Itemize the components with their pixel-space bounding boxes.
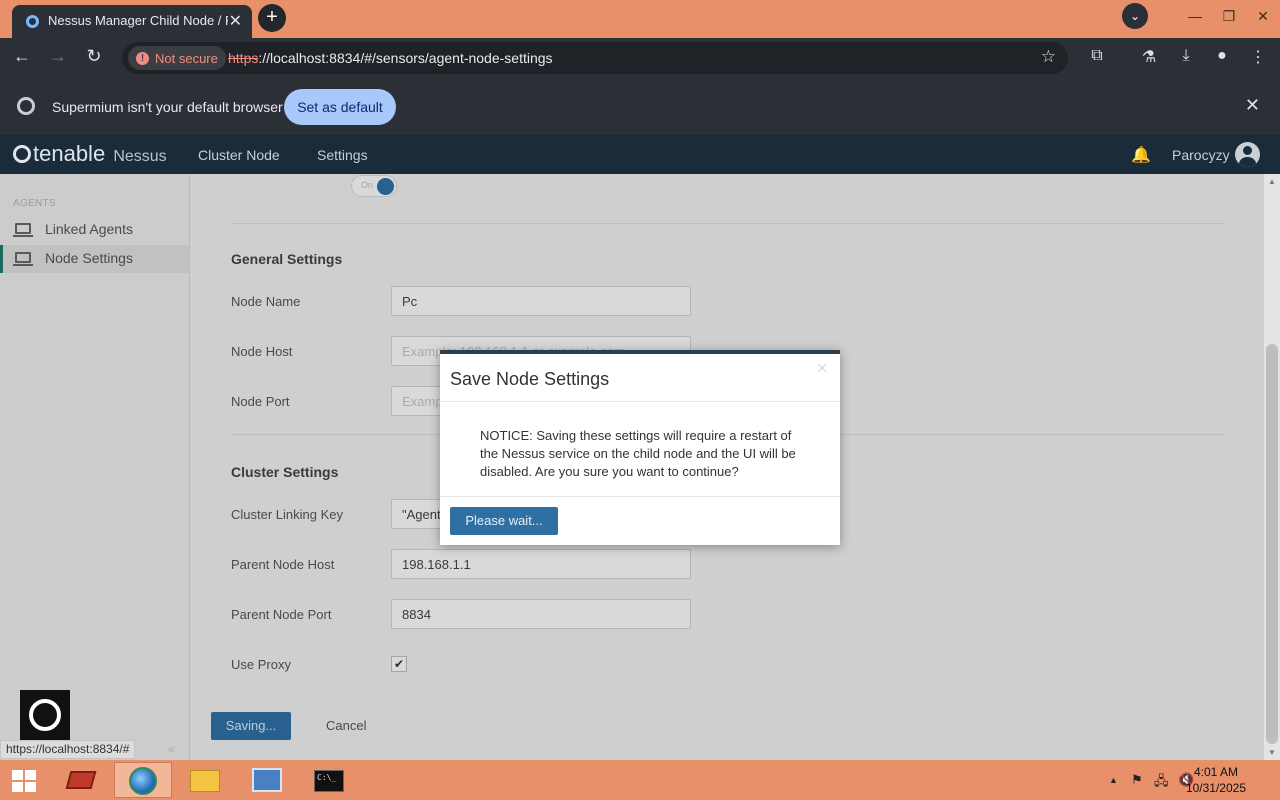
window-close-icon[interactable]: ✕ [1246, 8, 1280, 25]
default-browser-infobar: Supermium isn't your default browser Set… [0, 78, 1280, 135]
restore-icon[interactable]: ❐ [1212, 8, 1246, 25]
windows-logo-icon [12, 770, 36, 792]
clock-time: 4:01 AM [1193, 765, 1238, 779]
tab-close-icon[interactable]: ✕ [229, 11, 242, 31]
labs-flask-icon[interactable]: ⚗ [1138, 47, 1160, 67]
app-header: tenable Nessus Cluster Node Settings 🔔 P… [0, 135, 1280, 174]
nav-settings[interactable]: Settings [317, 147, 368, 163]
bookmark-star-icon[interactable]: ☆ [1041, 47, 1056, 67]
dialog-message: NOTICE: Saving these settings will requi… [480, 428, 796, 479]
start-button[interactable] [0, 762, 48, 798]
taskbar-command-prompt[interactable]: C:\_ [300, 762, 358, 798]
username[interactable]: Parocyzy [1172, 147, 1230, 163]
browser-tab[interactable]: Nessus Manager Child Node / P ✕ [12, 5, 252, 38]
collapse-sidebar-icon[interactable]: « [168, 742, 175, 756]
infobar-close-icon[interactable]: ✕ [1245, 95, 1260, 116]
taskbar-file-explorer[interactable] [176, 762, 234, 798]
tab-favicon-icon [26, 15, 39, 28]
browser-toolbar: ← → ↻ ! Not secure https://localhost:883… [0, 38, 1280, 78]
tab-search-chevron-icon[interactable]: ⌄ [1122, 3, 1148, 29]
nav-cluster-node[interactable]: Cluster Node [198, 147, 280, 163]
url-path: ://localhost:8834/#/sensors/agent-node-s… [258, 50, 553, 66]
url-scheme: https [228, 50, 259, 66]
scroll-down-icon[interactable]: ▼ [1268, 748, 1276, 757]
tenable-nessus-logo[interactable]: tenable Nessus [13, 141, 167, 167]
red-app-icon [65, 771, 97, 789]
notifications-bell-icon[interactable]: 🔔 [1131, 145, 1151, 165]
set-as-default-button[interactable]: Set as default [284, 89, 396, 125]
taskbar-browser[interactable] [114, 762, 172, 798]
ring-icon [29, 699, 61, 731]
menu-kebab-icon[interactable]: ⋮ [1247, 47, 1269, 67]
dialog-title: Save Node Settings [450, 369, 610, 389]
taskbar-control-panel[interactable] [238, 762, 296, 798]
taskbar-clock[interactable]: 4:01 AM 10/31/2025 [1186, 764, 1246, 796]
new-tab-button[interactable]: + [258, 4, 286, 32]
network-icon[interactable]: 🖧 [1154, 772, 1169, 794]
scroll-up-icon[interactable]: ▲ [1268, 177, 1276, 186]
flag-icon[interactable]: ⚑ [1131, 772, 1143, 788]
not-secure-chip[interactable]: ! Not secure [128, 46, 226, 70]
browser-globe-icon [129, 767, 157, 795]
taskbar-app-red[interactable] [52, 762, 110, 798]
floating-ring-widget[interactable] [20, 690, 70, 740]
tenable-ring-icon [13, 145, 31, 163]
warning-icon: ! [136, 51, 149, 65]
infobar-message: Supermium isn't your default browser [52, 99, 283, 115]
window-controls: ⌄ — ❐ ✕ [1122, 0, 1280, 32]
not-secure-label: Not secure [155, 50, 218, 66]
brand-name: tenable [33, 141, 106, 166]
divider [440, 401, 840, 402]
extensions-icon[interactable]: ⧉ [1086, 47, 1108, 65]
save-node-settings-dialog: Save Node Settings ✕ NOTICE: Saving thes… [440, 350, 840, 545]
minimize-icon[interactable]: — [1178, 8, 1212, 24]
please-wait-button[interactable]: Please wait... [450, 507, 558, 535]
windows-taskbar: C:\_ ▲ ⚑ 🖧 🔇 4:01 AM 10/31/2025 [0, 760, 1280, 800]
scrollbar-thumb[interactable] [1266, 344, 1278, 744]
tab-title: Nessus Manager Child Node / P [48, 13, 228, 28]
browser-logo-icon [17, 97, 35, 115]
clock-date: 10/31/2025 [1185, 781, 1246, 795]
vertical-scrollbar[interactable]: ▲ ▼ [1264, 174, 1280, 760]
url-text[interactable]: https://localhost:8834/#/sensors/agent-n… [228, 50, 553, 66]
control-panel-icon [252, 768, 282, 792]
back-arrow-icon[interactable]: ← [10, 46, 34, 67]
user-avatar-icon[interactable] [1235, 142, 1260, 167]
download-icon[interactable]: ⤓ [1175, 47, 1197, 65]
terminal-icon: C:\_ [314, 770, 344, 792]
forward-arrow-icon[interactable]: → [46, 46, 70, 67]
reload-icon[interactable]: ↻ [82, 46, 106, 67]
brand-product: Nessus [113, 148, 167, 165]
status-bar-url: https://localhost:8834/# [0, 740, 136, 759]
dialog-close-icon[interactable]: ✕ [816, 360, 828, 377]
profile-icon[interactable]: ● [1211, 47, 1233, 65]
browser-tab-strip: Nessus Manager Child Node / P ✕ + ⌄ — ❐ … [0, 0, 1280, 38]
show-hidden-icons-icon[interactable]: ▲ [1109, 775, 1118, 785]
divider [440, 496, 840, 497]
address-bar[interactable]: ! Not secure https://localhost:8834/#/se… [122, 42, 1068, 74]
folder-icon [190, 770, 220, 792]
